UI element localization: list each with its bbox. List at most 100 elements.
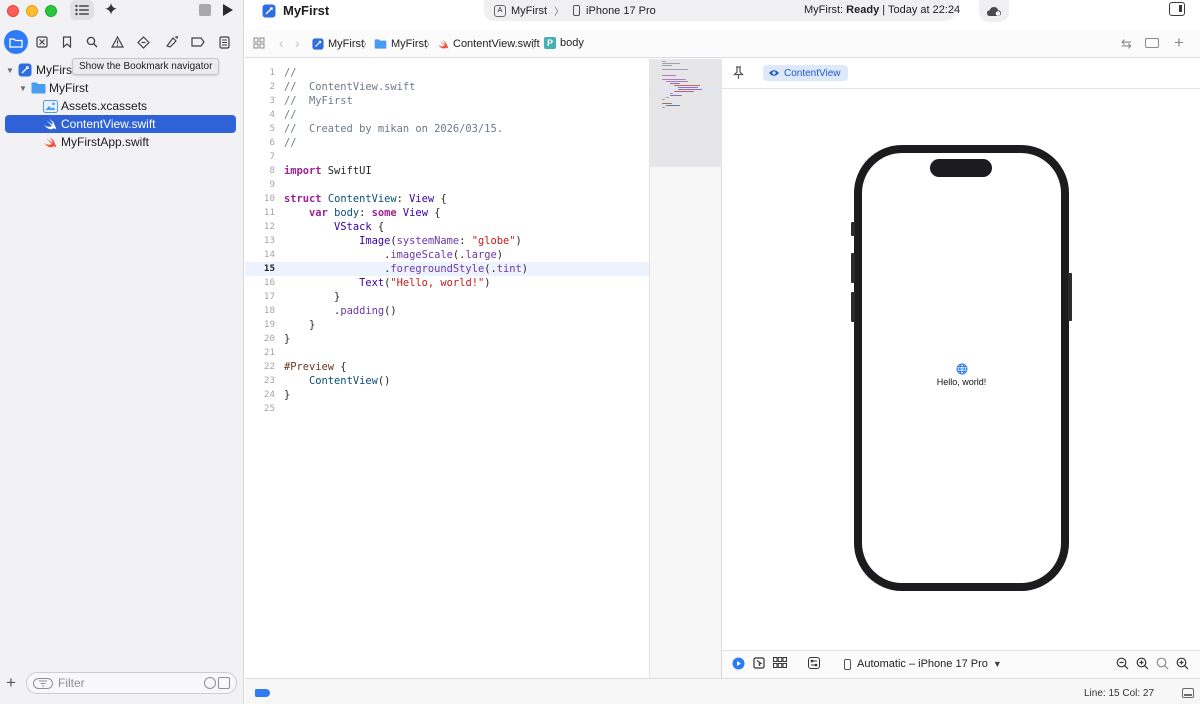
code-line[interactable]: 5 // Created by mikan on 2026/03/15. bbox=[245, 122, 649, 136]
destination-name[interactable]: iPhone 17 Pro bbox=[586, 5, 656, 17]
chevron-down-icon[interactable]: ▼ bbox=[5, 66, 15, 75]
run-button[interactable] bbox=[220, 1, 236, 19]
code-line[interactable]: 7 bbox=[245, 150, 649, 164]
breakpoint-icon[interactable] bbox=[186, 30, 210, 54]
tree-row-file-selected[interactable]: ContentView.swift bbox=[5, 115, 236, 133]
code-line[interactable]: 14 .imageScale(.large) bbox=[245, 248, 649, 262]
tree-row-label: Assets.xcassets bbox=[61, 99, 148, 113]
code-line-current[interactable]: 15 .foregroundStyle(.tint) bbox=[245, 262, 649, 276]
zoom-in-icon[interactable] bbox=[1136, 657, 1149, 670]
code-line[interactable]: 24} bbox=[245, 388, 649, 402]
globe-icon bbox=[954, 362, 970, 376]
swift-file-icon bbox=[42, 117, 58, 131]
chevron-down-icon[interactable]: ▼ bbox=[18, 84, 28, 93]
debug-area-toggle-icon[interactable] bbox=[1182, 688, 1194, 698]
minimap-line bbox=[678, 89, 702, 91]
swap-editors-icon[interactable]: ⇆ bbox=[1121, 36, 1132, 52]
add-editor-icon[interactable]: + bbox=[1174, 33, 1184, 53]
line-number: 18 bbox=[263, 305, 275, 316]
code-line[interactable]: 17 } bbox=[245, 290, 649, 304]
debug-icon[interactable] bbox=[160, 30, 184, 54]
code-line[interactable]: 23 ContentView() bbox=[245, 374, 649, 388]
scheme-name[interactable]: MyFirst bbox=[511, 5, 547, 17]
inspector-toggle-button[interactable] bbox=[1169, 2, 1185, 16]
code-line[interactable]: 10 struct ContentView: View { bbox=[245, 192, 649, 206]
preview-text: Hello, world! bbox=[936, 377, 987, 387]
swift-file-icon bbox=[42, 135, 58, 149]
recent-files-icon[interactable] bbox=[204, 677, 216, 689]
code-line[interactable]: 8 import SwiftUI bbox=[245, 164, 649, 178]
zoom-actual-size-icon[interactable] bbox=[1176, 657, 1189, 670]
zoom-out-icon[interactable] bbox=[1116, 657, 1129, 670]
code-line[interactable]: 25 bbox=[245, 402, 649, 416]
preview-tab[interactable]: ContentView bbox=[763, 65, 848, 81]
cursor-position: Line: 15 Col: 27 bbox=[1084, 688, 1155, 699]
zoom-to-fit-icon[interactable] bbox=[1156, 657, 1169, 670]
line-number: 20 bbox=[263, 333, 275, 344]
navigator-toggle-button[interactable] bbox=[70, 0, 94, 20]
stop-button[interactable] bbox=[199, 4, 211, 16]
issue-icon[interactable] bbox=[105, 30, 129, 54]
test-icon[interactable] bbox=[131, 30, 155, 54]
breadcrumb-project[interactable]: MyFirst bbox=[312, 37, 364, 51]
code-line[interactable]: 21 bbox=[245, 346, 649, 360]
related-items-icon[interactable] bbox=[253, 37, 265, 52]
code-line[interactable]: 16 Text("Hello, world!") bbox=[245, 276, 649, 290]
zoom-window-button[interactable] bbox=[45, 5, 57, 17]
close-window-button[interactable] bbox=[7, 5, 19, 17]
chevron-left-icon[interactable]: ‹ bbox=[279, 35, 284, 51]
filter-field[interactable] bbox=[26, 672, 237, 694]
iphone-device-frame: Hello, world! bbox=[851, 145, 1072, 591]
pin-icon[interactable] bbox=[733, 66, 744, 83]
editor-options-icon[interactable] bbox=[1145, 38, 1159, 48]
activity-area: A MyFirst 〉 iPhone 17 Pro MyFirst: Ready… bbox=[484, 0, 1199, 22]
breadcrumb-symbol[interactable]: P body bbox=[544, 37, 584, 49]
tree-row-file[interactable]: Assets.xcassets bbox=[5, 97, 236, 115]
add-file-button[interactable]: + bbox=[6, 674, 16, 692]
live-preview-icon[interactable] bbox=[732, 657, 745, 670]
code-line[interactable]: 18 .padding() bbox=[245, 304, 649, 318]
source-editor[interactable]: 1 // 2 // ContentView.swift 3 // MyFirst 4 /… bbox=[245, 59, 649, 678]
variants-icon[interactable] bbox=[773, 657, 787, 668]
tree-row-file[interactable]: MyFirstApp.swift bbox=[5, 133, 236, 151]
line-number: 15 bbox=[263, 263, 275, 274]
chevron-right-icon: 〉 bbox=[425, 40, 435, 51]
scheme-destination-selector[interactable]: A MyFirst 〉 iPhone 17 Pro MyFirst: Ready… bbox=[484, 0, 960, 21]
line-number: 7 bbox=[269, 151, 275, 162]
breadcrumb-folder[interactable]: MyFirst bbox=[374, 37, 427, 51]
source-control-filter-icon[interactable] bbox=[218, 677, 230, 689]
source-control-icon[interactable] bbox=[30, 30, 54, 54]
canvas-settings-icon[interactable] bbox=[808, 657, 820, 669]
device-screen[interactable]: Hello, world! bbox=[862, 153, 1061, 583]
minimize-window-button[interactable] bbox=[26, 5, 38, 17]
report-icon[interactable] bbox=[212, 30, 236, 54]
code-line[interactable]: 6 // bbox=[245, 136, 649, 150]
code-line[interactable]: 3 // MyFirst bbox=[245, 94, 649, 108]
jump-bar: ‹ › MyFirst 〉 MyFirst 〉 ContentView.swif… bbox=[245, 30, 1200, 58]
minimap[interactable] bbox=[649, 59, 722, 678]
code-line[interactable]: 12 VStack { bbox=[245, 220, 649, 234]
device-picker[interactable]: Automatic – iPhone 17 Pro ▼ bbox=[844, 658, 1002, 670]
code-line[interactable]: 9 bbox=[245, 178, 649, 192]
tree-row-group[interactable]: ▼ MyFirst bbox=[5, 79, 236, 97]
chevron-right-icon[interactable]: › bbox=[295, 35, 300, 51]
selectable-mode-icon[interactable] bbox=[753, 657, 765, 669]
bookmark-icon[interactable] bbox=[55, 30, 79, 54]
find-icon[interactable] bbox=[80, 30, 104, 54]
cloud-status-button[interactable] bbox=[979, 0, 1009, 22]
code-line[interactable]: 4 // bbox=[245, 108, 649, 122]
breakpoints-toggle[interactable] bbox=[255, 689, 270, 697]
code-line[interactable]: 2 // ContentView.swift bbox=[245, 80, 649, 94]
filter-input[interactable] bbox=[58, 674, 198, 692]
code-line[interactable]: 13 Image(systemName: "globe") bbox=[245, 234, 649, 248]
sparkle-icon[interactable]: ✦ bbox=[100, 0, 122, 20]
code-line[interactable]: 11 var body: some View { bbox=[245, 206, 649, 220]
code-line[interactable]: 20} bbox=[245, 332, 649, 346]
code-line[interactable]: 1 // bbox=[245, 66, 649, 80]
project-navigator-icon[interactable] bbox=[4, 30, 28, 54]
tree-row-label: ContentView.swift bbox=[61, 117, 156, 131]
code-line[interactable]: 19 } bbox=[245, 318, 649, 332]
minimap-viewport[interactable] bbox=[650, 59, 722, 167]
code-line[interactable]: 22 #Preview { bbox=[245, 360, 649, 374]
breadcrumb-file[interactable]: ContentView.swift bbox=[437, 37, 540, 51]
